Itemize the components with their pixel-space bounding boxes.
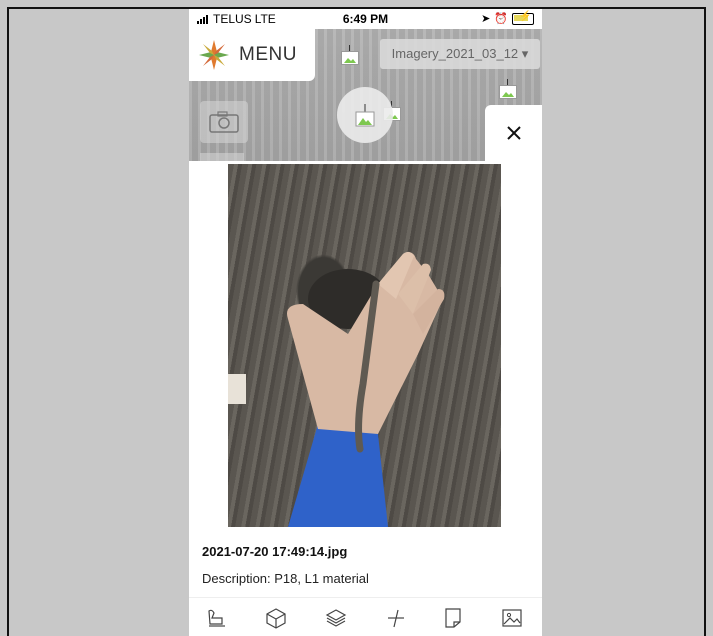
soil-hand-image	[228, 251, 445, 527]
status-icons: ➤ ⏰ ⚡	[481, 11, 534, 25]
bottom-toolbar	[189, 597, 542, 636]
close-icon	[506, 126, 521, 140]
draw-tool-button[interactable]	[206, 607, 228, 629]
battery-icon: ⚡	[512, 11, 534, 25]
imagery-select[interactable]: Imagery_2021_03_12 ▾	[380, 39, 540, 69]
image-icon	[502, 609, 522, 627]
measure-button[interactable]	[385, 607, 407, 629]
camera-icon	[209, 111, 239, 133]
camera-button[interactable]	[200, 101, 248, 143]
cube-icon	[266, 608, 286, 629]
photo-marker-icon[interactable]	[341, 45, 359, 65]
map-control[interactable]	[200, 153, 244, 161]
draw-icon	[208, 609, 225, 627]
app-logo-icon	[199, 40, 229, 70]
layers-button[interactable]	[325, 607, 347, 629]
menu-button[interactable]: MENU	[189, 29, 315, 81]
photo-filename: 2021-07-20 17:49:14.jpg	[202, 544, 348, 559]
photo-detail-panel: 2021-07-20 17:49:14.jpg Description: P18…	[189, 161, 542, 636]
close-button[interactable]	[485, 105, 542, 161]
image-button[interactable]	[501, 607, 523, 629]
photo-description: Description: P18, L1 material	[202, 571, 369, 586]
measure-icon	[388, 609, 404, 628]
status-bar: TELUS LTE 6:49 PM ➤ ⏰ ⚡	[189, 9, 542, 29]
3d-model-button[interactable]	[265, 607, 287, 629]
alarm-icon: ⏰	[494, 13, 508, 25]
photo-marker-icon	[355, 104, 375, 127]
location-icon: ➤	[481, 13, 491, 25]
photo-marker-icon[interactable]	[499, 79, 517, 99]
phone-screen: TELUS LTE 6:49 PM ➤ ⏰ ⚡ MENU Imagery_202	[189, 9, 542, 636]
menu-label: MENU	[239, 44, 297, 65]
layers-icon	[325, 609, 347, 627]
note-button[interactable]	[442, 607, 464, 629]
note-icon	[445, 608, 461, 628]
field-photo[interactable]	[228, 164, 501, 527]
selected-photo-marker[interactable]	[337, 87, 393, 143]
